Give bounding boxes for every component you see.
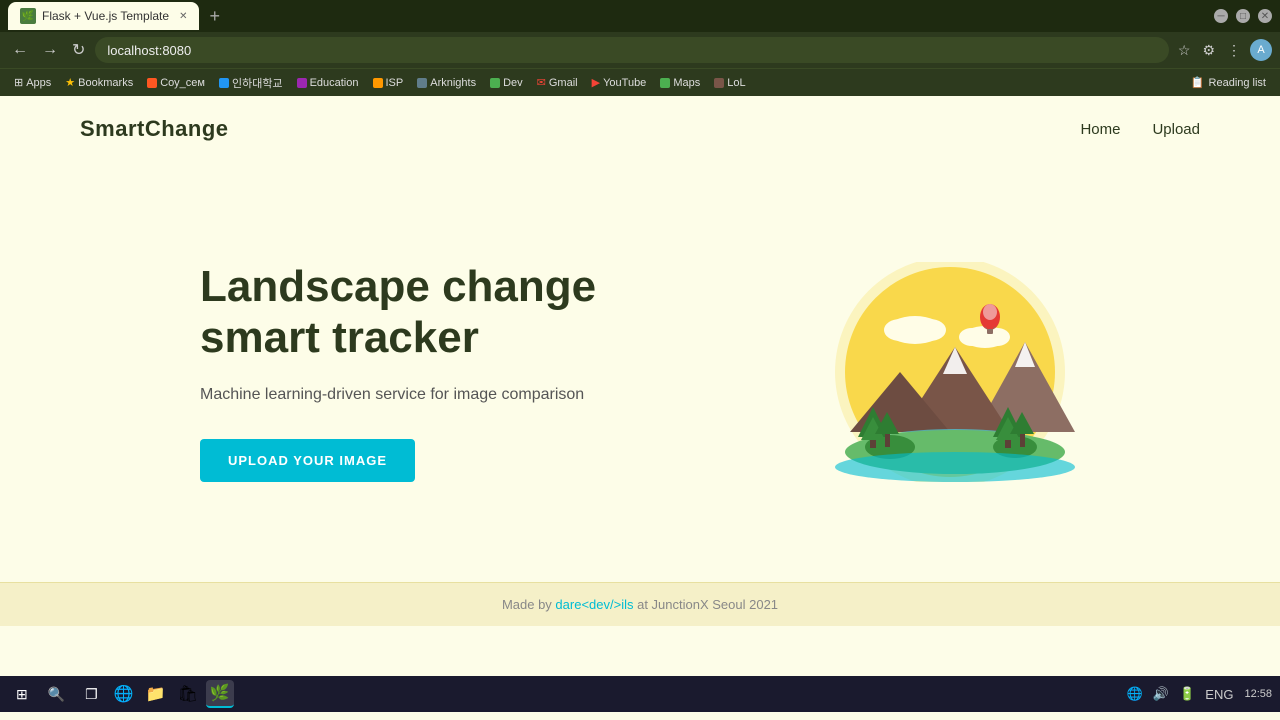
reading-list-icon: 📋 xyxy=(1191,76,1205,89)
bookmarks-bar: ⊞ Apps ★ Bookmarks Соу_сем 인하대학교 Educati… xyxy=(0,68,1280,96)
bookmark-dot-icon xyxy=(373,78,383,88)
bookmark-dot-icon xyxy=(660,78,670,88)
footer-author: dare<dev/>ils xyxy=(555,597,633,612)
youtube-icon: ▶ xyxy=(592,76,600,89)
language-label[interactable]: ENG xyxy=(1202,685,1236,704)
bookmark-education[interactable]: Education xyxy=(291,75,365,91)
taskbar-browser-active-icon[interactable]: 🌿 xyxy=(206,680,234,708)
bookmark-dev[interactable]: Dev xyxy=(484,75,529,91)
bookmark-dot-icon xyxy=(147,78,157,88)
tab-close-icon[interactable]: ✕ xyxy=(179,11,187,22)
bookmark-apps[interactable]: ⊞ Apps xyxy=(8,74,57,91)
taskbar-pinned-icons: 🌐 📁 🛍 🌿 xyxy=(110,680,234,708)
bookmark-label: Maps xyxy=(673,77,700,89)
bookmark-maps[interactable]: Maps xyxy=(654,75,706,91)
close-button[interactable]: ✕ xyxy=(1258,9,1272,23)
landscape-illustration xyxy=(800,262,1080,482)
footer-prefix: Made by xyxy=(502,597,555,612)
bookmark-lol[interactable]: LoL xyxy=(708,75,751,91)
reload-button[interactable]: ↻ xyxy=(68,38,89,62)
bookmark-label: Gmail xyxy=(549,77,578,89)
reading-list-label: Reading list xyxy=(1209,77,1266,89)
bookmark-label: LoL xyxy=(727,77,745,89)
taskbar-store-icon[interactable]: 🛍 xyxy=(174,680,202,708)
gmail-icon: ✉ xyxy=(537,76,546,89)
taskbar-system-tray: 🌐 🔊 🔋 ENG 12:58 xyxy=(1124,684,1272,704)
battery-icon[interactable]: 🔋 xyxy=(1176,684,1198,704)
bookmark-label: YouTube xyxy=(603,77,646,89)
hero-title: Landscape change smart tracker xyxy=(200,262,596,363)
bookmark-dot-icon xyxy=(490,78,500,88)
bookmark-dot-icon xyxy=(714,78,724,88)
bookmark-label: Bookmarks xyxy=(78,77,133,89)
apps-icon: ⊞ xyxy=(14,76,23,89)
network-icon[interactable]: 🌐 xyxy=(1124,684,1146,704)
minimize-button[interactable]: ─ xyxy=(1214,9,1228,23)
new-tab-button[interactable]: + xyxy=(203,4,226,29)
hero-subtitle: Machine learning-driven service for imag… xyxy=(200,383,596,407)
start-button[interactable]: ⊞ xyxy=(8,682,36,707)
footer-suffix: at JunctionX Seoul 2021 xyxy=(633,597,778,612)
hero-title-line1: Landscape change xyxy=(200,262,596,311)
nav-upload-link[interactable]: Upload xyxy=(1152,121,1200,138)
bookmark-dot-icon xyxy=(417,78,427,88)
bookmark-label: Arknights xyxy=(430,77,476,89)
bookmark-label: Apps xyxy=(26,77,51,89)
taskbar-clock[interactable]: 12:58 xyxy=(1244,687,1272,701)
clock-time: 12:58 xyxy=(1244,687,1272,701)
reading-list-button[interactable]: 📋 Reading list xyxy=(1185,74,1272,91)
bookmark-cousem[interactable]: Соу_сем xyxy=(141,75,211,91)
extensions-icon[interactable]: ⚙ xyxy=(1199,40,1218,61)
taskbar-folder-icon[interactable]: 📁 xyxy=(142,680,170,708)
hero-section: Landscape change smart tracker Machine l… xyxy=(0,162,1280,582)
tab-title: Flask + Vue.js Template xyxy=(42,9,169,23)
bookmark-star-icon: ★ xyxy=(65,76,75,89)
bookmark-star-icon[interactable]: ☆ xyxy=(1175,40,1194,61)
bookmark-label: Соу_сем xyxy=(160,77,205,89)
bookmark-label: Education xyxy=(310,77,359,89)
site-navbar: SmartChange Home Upload xyxy=(0,96,1280,162)
bookmark-bookmarks[interactable]: ★ Bookmarks xyxy=(59,74,139,91)
taskbar-edge-icon[interactable]: 🌐 xyxy=(110,680,138,708)
website-content: SmartChange Home Upload Landscape change… xyxy=(0,96,1280,676)
taskbar: ⊞ 🔍 ❐ 🌐 📁 🛍 🌿 🌐 🔊 🔋 ENG 12:58 xyxy=(0,676,1280,712)
site-logo: SmartChange xyxy=(80,116,229,142)
settings-icon[interactable]: ⋮ xyxy=(1224,40,1244,61)
bookmark-label: 인하대학교 xyxy=(232,75,283,91)
profile-avatar[interactable]: A xyxy=(1250,39,1272,61)
search-button[interactable]: 🔍 xyxy=(40,682,73,707)
bookmark-gmail[interactable]: ✉ Gmail xyxy=(531,74,584,91)
bookmark-isp[interactable]: ISP xyxy=(367,75,410,91)
maximize-button[interactable]: □ xyxy=(1236,9,1250,23)
bookmark-label: ISP xyxy=(386,77,404,89)
volume-icon[interactable]: 🔊 xyxy=(1150,684,1172,704)
bookmark-inha[interactable]: 인하대학교 xyxy=(213,73,289,93)
nav-home-link[interactable]: Home xyxy=(1080,121,1120,138)
site-footer: Made by dare<dev/>ils at JunctionX Seoul… xyxy=(0,582,1280,626)
bookmark-youtube[interactable]: ▶ YouTube xyxy=(586,74,653,91)
bookmark-dot-icon xyxy=(297,78,307,88)
site-nav-links: Home Upload xyxy=(1080,121,1200,138)
hero-title-line2: smart tracker xyxy=(200,313,479,362)
window-controls: ─ □ ✕ xyxy=(1214,9,1272,23)
hero-illustration xyxy=(800,262,1080,482)
upload-cta-button[interactable]: UPLOAD YOUR IMAGE xyxy=(200,439,415,482)
tab-favicon-icon: 🌿 xyxy=(20,8,36,24)
active-tab[interactable]: 🌿 Flask + Vue.js Template ✕ xyxy=(8,2,199,30)
nav-icons: ☆ ⚙ ⋮ A xyxy=(1175,39,1272,61)
bookmark-dot-icon xyxy=(219,78,229,88)
task-view-button[interactable]: ❐ xyxy=(77,682,106,707)
address-bar[interactable] xyxy=(95,37,1168,63)
browser-nav-bar: ← → ↻ ☆ ⚙ ⋮ A xyxy=(0,32,1280,68)
forward-button[interactable]: → xyxy=(38,39,62,61)
system-tray-icons: 🌐 🔊 🔋 ENG xyxy=(1124,684,1237,704)
hero-text-block: Landscape change smart tracker Machine l… xyxy=(200,262,596,482)
bookmark-arknights[interactable]: Arknights xyxy=(411,75,482,91)
back-button[interactable]: ← xyxy=(8,39,32,61)
tab-bar: 🌿 Flask + Vue.js Template ✕ + ─ □ ✕ xyxy=(0,0,1280,32)
bookmark-label: Dev xyxy=(503,77,523,89)
